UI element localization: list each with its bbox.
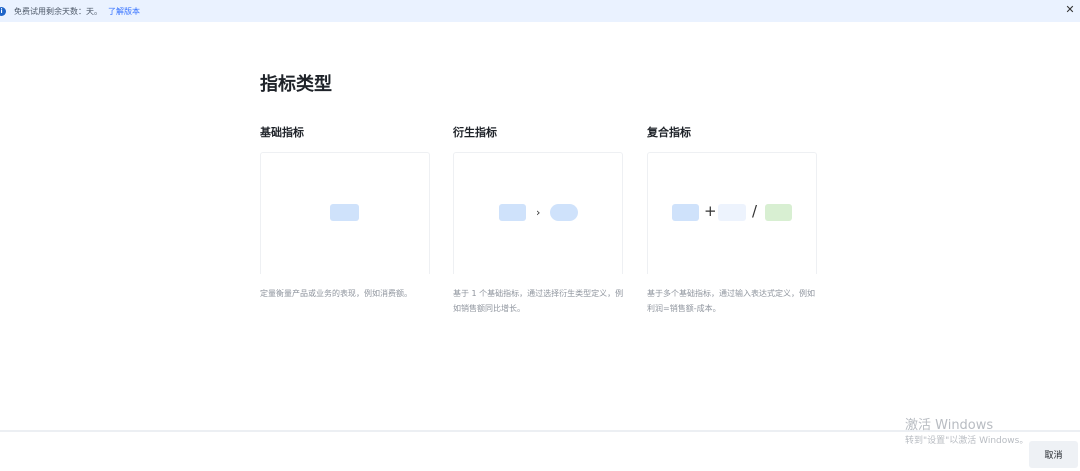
card-basic-metric: 基础指标 定量衡量产品或业务的表现，例如消费额。 xyxy=(260,124,430,298)
card-label: 衍生指标 xyxy=(453,126,497,139)
windows-activation-watermark: 激活 Windows 转到"设置"以激活 Windows。 xyxy=(905,418,1028,448)
metric-block-shape xyxy=(330,204,359,221)
metric-block-shape xyxy=(499,204,526,221)
close-icon[interactable]: ✕ xyxy=(1064,4,1076,16)
card-derived-metric-preview[interactable]: › xyxy=(453,152,623,274)
info-icon: i xyxy=(0,6,6,16)
card-description: 基于多个基础指标，通过输入表达式定义，例如利润=销售额-成本。 xyxy=(647,289,815,313)
card-description: 定量衡量产品或业务的表现，例如消费额。 xyxy=(260,289,412,298)
card-composite-metric: 复合指标 + / 基于多个基础指标，通过输入表达式定义，例如利润=销售额-成本。 xyxy=(647,124,817,313)
card-composite-metric-preview[interactable]: + / xyxy=(647,152,817,274)
metric-block-shape xyxy=(765,204,792,221)
banner-message: 免费试用剩余天数：天。 xyxy=(14,6,102,16)
metric-block-shape xyxy=(718,204,746,221)
arrow-operator: › xyxy=(536,206,541,219)
watermark-line2: 转到"设置"以激活 Windows。 xyxy=(905,436,1029,446)
card-derived-metric: 衍生指标 › 基于 1 个基础指标，通过选择衍生类型定义，例如销售额同比增长。 xyxy=(453,124,623,313)
page-title: 指标类型 xyxy=(260,74,332,95)
watermark-line1: 激活 Windows xyxy=(905,418,994,433)
card-label: 基础指标 xyxy=(260,126,304,139)
derived-pill-shape xyxy=(550,204,578,221)
banner-link[interactable]: 了解版本 xyxy=(108,6,140,17)
metric-block-shape xyxy=(672,204,699,221)
divide-operator: / xyxy=(752,202,758,220)
trial-banner: i 免费试用剩余天数：天。 了解版本 ✕ xyxy=(0,0,1080,22)
card-description: 基于 1 个基础指标，通过选择衍生类型定义，例如销售额同比增长。 xyxy=(453,289,624,313)
card-basic-metric-preview[interactable] xyxy=(260,152,430,274)
plus-operator: + xyxy=(704,202,717,220)
card-label: 复合指标 xyxy=(647,126,691,139)
cancel-button[interactable]: 取消 xyxy=(1029,441,1078,468)
